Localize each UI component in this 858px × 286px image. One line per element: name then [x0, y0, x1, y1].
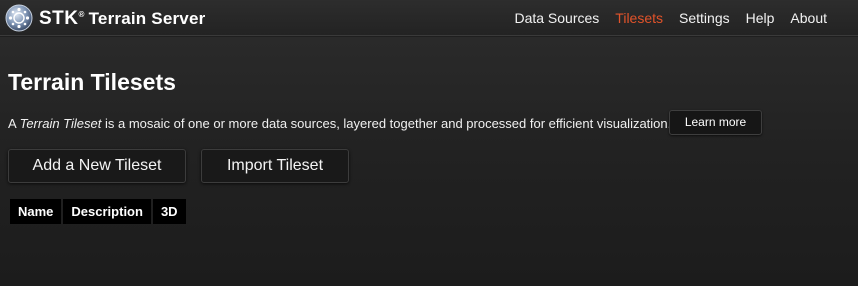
nav-settings[interactable]: Settings [679, 10, 730, 26]
tilesets-table-header: Name Description 3D [10, 199, 186, 224]
brand-trademark: ® [78, 10, 85, 20]
app-brand[interactable]: STK® Terrain Server [39, 8, 205, 30]
intro-suffix: is a mosaic of one or more data sources,… [101, 116, 672, 131]
top-navbar: STK® Terrain Server Data Sources Tilesets… [0, 0, 858, 36]
intro-term: Terrain Tileset [19, 116, 102, 131]
learn-more-button[interactable]: Learn more [669, 110, 762, 135]
page-title: Terrain Tilesets [8, 69, 176, 95]
column-header-description[interactable]: Description [63, 199, 151, 224]
brand-stk: STK [39, 8, 79, 29]
nav-data-sources[interactable]: Data Sources [514, 10, 599, 26]
import-tileset-button[interactable]: Import Tileset [201, 149, 349, 183]
stk-logo-icon[interactable] [5, 4, 33, 32]
brand-name: Terrain Server [88, 9, 206, 28]
intro-prefix: A [8, 116, 20, 131]
intro-text: A Terrain Tileset is a mosaic of one or … [8, 116, 671, 131]
nav-tilesets[interactable]: Tilesets [615, 10, 663, 26]
main-nav: Data Sources Tilesets Settings Help Abou… [514, 10, 827, 26]
nav-about[interactable]: About [790, 10, 827, 26]
column-header-3d[interactable]: 3D [152, 199, 186, 224]
main-content: Terrain Tilesets A Terrain Tileset is a … [0, 37, 858, 286]
column-header-name[interactable]: Name [10, 199, 62, 224]
add-tileset-button[interactable]: Add a New Tileset [8, 149, 186, 183]
nav-help[interactable]: Help [746, 10, 775, 26]
